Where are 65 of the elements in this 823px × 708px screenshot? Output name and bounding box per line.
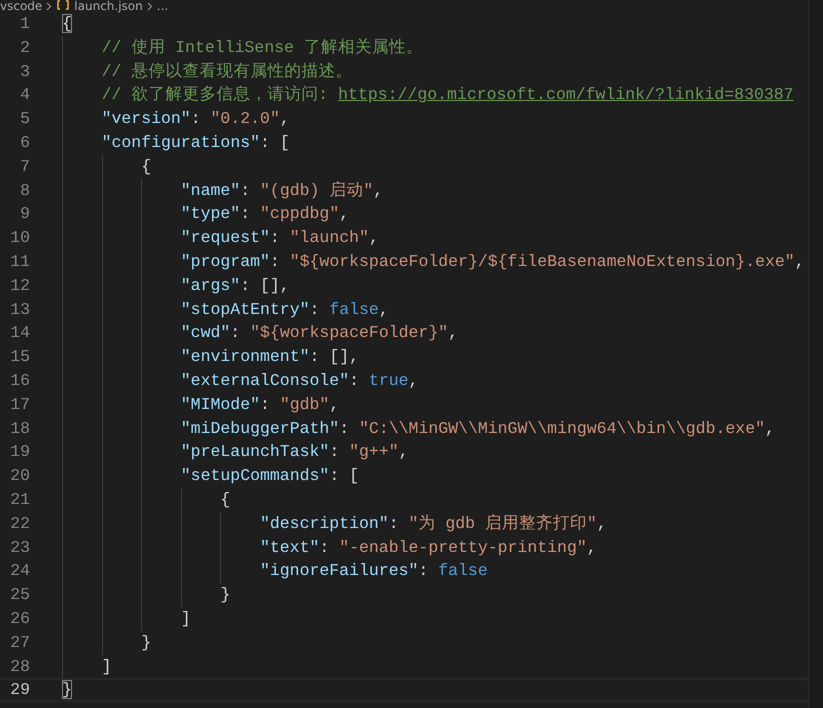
line-number: 1 [19, 13, 31, 35]
line-number: 9 [19, 203, 31, 226]
code-line: "configurations": [ [102, 132, 290, 154]
line-number: 28 [9, 656, 31, 678]
code-line: "request": "launch", [180, 227, 379, 250]
line-number: 6 [19, 132, 31, 154]
chevron-icon [146, 0, 153, 12]
code-line: ] [180, 608, 191, 630]
code-line: "name": "(gdb) 启动", [180, 180, 384, 202]
line-number: 10 [9, 227, 31, 250]
line-number: 8 [19, 180, 31, 202]
line-number: 5 [19, 108, 31, 130]
code-line: "cwd": "${workspaceFolder}", [180, 322, 458, 344]
code-comment: // 欲了解更多信息，请访问: [102, 85, 330, 104]
code-line: "args": [], [180, 274, 290, 297]
code-line: "setupCommands": [ [180, 465, 360, 488]
line-number: 26 [9, 608, 31, 630]
line-number: 18 [9, 418, 31, 440]
code-line: } [62, 680, 72, 700]
code-line: "stopAtEntry": false, [180, 298, 389, 321]
breadcrumb-item[interactable]: launch.json [74, 0, 143, 12]
code-line: "program": "${workspaceFolder}/${fileBasenameNoExtension}.exe", [180, 250, 805, 273]
code-line: // 使用 IntelliSense 了解相关属性。 [102, 36, 423, 59]
line-number: 27 [9, 632, 31, 654]
line-number: 24 [9, 560, 31, 582]
line-number: 15 [9, 346, 31, 368]
code-line: "externalConsole": true, [180, 370, 418, 392]
line-number: 23 [9, 536, 31, 559]
line-number: 25 [9, 584, 31, 606]
code-line: { [62, 13, 72, 35]
line-number: 11 [9, 250, 31, 273]
code-line: } [220, 584, 230, 606]
code-line: ] [102, 656, 112, 678]
code-line: "environment": [], [180, 346, 360, 368]
code-line: "MIMode": "gdb", [180, 394, 340, 416]
code-line: "miDebuggerPath": "C:\\MinGW\\MinGW\\mingw64\\bin\\gdb.exe", [180, 418, 775, 440]
breadcrumb-item[interactable]: vscode [0, 0, 42, 12]
breadcrumb-more[interactable]: ... [156, 0, 168, 12]
json-file-icon [56, 0, 70, 12]
line-number: 4 [19, 84, 31, 106]
chevron-icon [46, 0, 52, 12]
line-number: 12 [9, 274, 31, 297]
code-line: // 悬停以查看现有属性的描述。 [102, 60, 352, 83]
line-number: 20 [9, 465, 31, 488]
line-number: 22 [9, 512, 31, 535]
code-line: "type": "cppdbg", [180, 203, 350, 226]
code-line: "description": "为 gdb 启用整齐打印", [260, 512, 607, 535]
line-number: 19 [9, 441, 31, 464]
line-number: 17 [9, 394, 31, 416]
code-line: { [141, 156, 152, 178]
code-line: { [220, 488, 230, 511]
code-line: "text": "-enable-pretty-printing", [260, 536, 597, 559]
line-number: 16 [9, 370, 31, 392]
line-number: 14 [9, 322, 31, 344]
line-number: 7 [19, 156, 31, 178]
line-number: 3 [19, 60, 31, 83]
line-number: 21 [9, 488, 31, 511]
line-number: 2 [19, 36, 31, 59]
line-number: 13 [9, 298, 31, 321]
link[interactable]: https://go.microsoft.com/fwlink/?linkid=830387 [338, 85, 794, 104]
line-number: 29 [9, 680, 31, 700]
code-line: "version": "0.2.0", [102, 108, 290, 130]
code-line: "preLaunchTask": "g++", [180, 441, 409, 464]
code-line: "ignoreFailures": false [260, 560, 488, 582]
code-line: } [141, 632, 152, 654]
